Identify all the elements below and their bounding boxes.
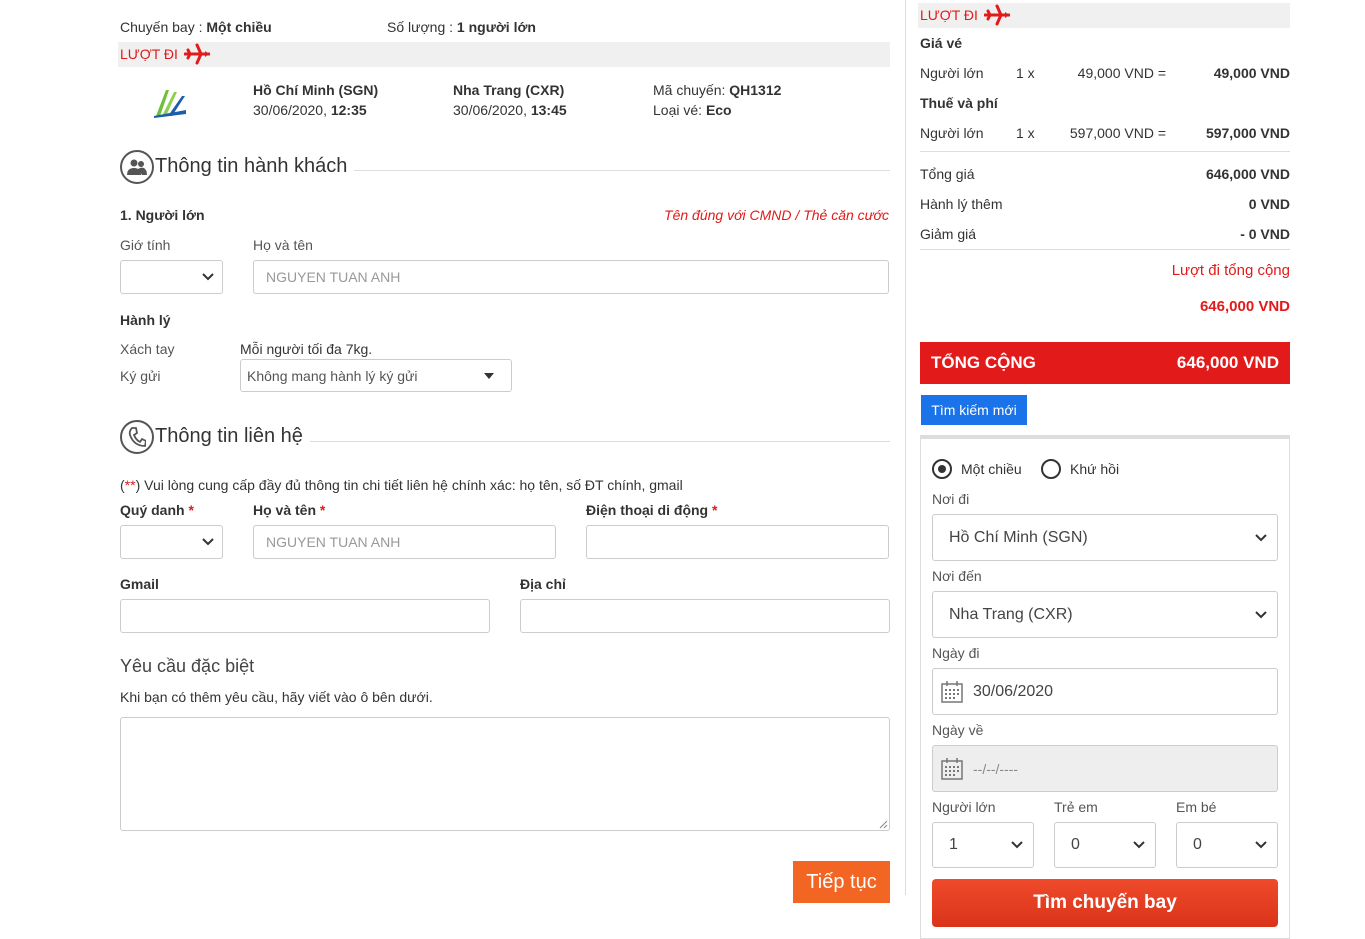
chevron-down-icon bbox=[202, 538, 214, 546]
plane-icon bbox=[184, 43, 210, 65]
special-request-title: Yêu cầu đặc biệt bbox=[120, 656, 255, 676]
passengers-icon bbox=[120, 150, 154, 184]
checked-baggage-select[interactable]: Không mang hành lý ký gửi bbox=[240, 359, 512, 392]
baggage-title: Hành lý bbox=[120, 312, 171, 328]
fare-qty: 1 x bbox=[1016, 65, 1035, 81]
new-search-button[interactable]: Tìm kiếm mới bbox=[921, 395, 1027, 425]
continue-button[interactable]: Tiếp tục bbox=[793, 861, 890, 903]
child-select[interactable]: 0 bbox=[1054, 822, 1156, 868]
plane-icon bbox=[984, 4, 1010, 26]
extra-baggage-label: Hành lý thêm bbox=[920, 196, 1003, 212]
phone-label: Điện thoại di động * bbox=[586, 502, 718, 518]
gmail-input[interactable] bbox=[120, 599, 490, 633]
child-label: Trẻ em bbox=[1054, 799, 1098, 815]
fare-type: Người lớn bbox=[920, 65, 984, 81]
calendar-icon bbox=[941, 757, 963, 780]
chevron-down-icon bbox=[1255, 610, 1267, 618]
gender-label: Giớ tính bbox=[120, 237, 171, 253]
divider bbox=[310, 441, 890, 442]
divider bbox=[920, 249, 1290, 250]
chevron-down-icon bbox=[1133, 841, 1145, 849]
outbound-total-label: Lượt đi tổng cộng bbox=[1171, 262, 1290, 279]
flight-code-info: Mã chuyến: QH1312 Loại vé: Eco bbox=[653, 82, 782, 118]
extra-baggage-value: 0 VND bbox=[1248, 196, 1290, 212]
fare-total: 49,000 VND bbox=[1213, 65, 1290, 81]
chevron-down-icon bbox=[1255, 841, 1267, 849]
outbound-label: LƯỢT ĐI bbox=[920, 7, 978, 23]
special-request-hint: Khi bạn có thêm yêu cầu, hãy viết vào ô … bbox=[120, 689, 433, 705]
tax-total: 597,000 VND bbox=[1205, 125, 1290, 141]
id-note: Tên đúng với CMND / Thẻ căn cước bbox=[664, 207, 889, 223]
oneway-radio[interactable]: Một chiều bbox=[932, 459, 1022, 479]
return-date-input[interactable]: --/--/---- bbox=[932, 745, 1278, 792]
total-price-label: Tổng giá bbox=[920, 166, 975, 182]
adult-label: Người lớn bbox=[932, 799, 996, 815]
discount-label: Giảm giá bbox=[920, 226, 977, 242]
tax-qty: 1 x bbox=[1016, 125, 1035, 141]
outbound-label: LƯỢT ĐI bbox=[120, 46, 178, 62]
tax-title: Thuế và phí bbox=[920, 95, 998, 111]
contact-note: (**) Vui lòng cung cấp đầy đủ thông tin … bbox=[120, 477, 683, 493]
outbound-header: LƯỢT ĐI bbox=[118, 42, 890, 67]
column-divider bbox=[905, 0, 906, 895]
price-outbound-header: LƯỢT ĐI bbox=[918, 3, 1290, 28]
address-label: Địa chỉ bbox=[520, 576, 566, 592]
from-label: Nơi đi bbox=[932, 491, 970, 507]
infant-select[interactable]: 0 bbox=[1176, 822, 1278, 868]
fare-title: Giá vé bbox=[920, 35, 963, 51]
checked-baggage-label: Ký gửi bbox=[120, 368, 161, 384]
fullname-input[interactable]: NGUYEN TUAN ANH bbox=[253, 260, 889, 294]
outbound-total-value: 646,000 VND bbox=[1199, 298, 1290, 315]
chevron-down-icon bbox=[202, 273, 214, 281]
chevron-down-icon bbox=[1255, 533, 1267, 541]
carry-on-value: Mỗi người tối đa 7kg. bbox=[240, 341, 373, 357]
chevron-down-icon bbox=[1011, 841, 1023, 849]
depart-date-input[interactable]: 30/06/2020 bbox=[932, 668, 1278, 715]
contact-name-input[interactable]: NGUYEN TUAN ANH bbox=[253, 525, 556, 559]
address-input[interactable] bbox=[520, 599, 890, 633]
to-label: Nơi đến bbox=[932, 568, 982, 584]
tax-type: Người lớn bbox=[920, 125, 984, 141]
divider bbox=[920, 151, 1290, 152]
passenger-count-summary: Số lượng : 1 người lớn bbox=[387, 19, 536, 35]
flight-origin: Hồ Chí Minh (SGN) 30/06/2020, 12:35 bbox=[253, 82, 379, 118]
resize-handle-icon[interactable] bbox=[878, 819, 888, 829]
fare-unit: 49,000 VND = bbox=[1077, 65, 1166, 81]
contact-section-title: Thông tin liên hệ bbox=[155, 425, 303, 447]
grand-total-label: TỔNG CỘNG bbox=[931, 353, 1036, 372]
return-label: Ngày về bbox=[932, 722, 984, 738]
divider bbox=[354, 170, 890, 171]
caret-down-icon bbox=[484, 373, 494, 379]
phone-icon bbox=[120, 420, 154, 454]
depart-label: Ngày đi bbox=[932, 645, 980, 661]
contact-name-label: Họ và tên * bbox=[253, 502, 326, 518]
title-label: Quý danh * bbox=[120, 502, 194, 518]
airline-logo bbox=[152, 86, 188, 118]
title-select[interactable] bbox=[120, 525, 223, 559]
phone-input[interactable] bbox=[586, 525, 889, 559]
passenger-section-title: Thông tin hành khách bbox=[155, 155, 348, 177]
carry-on-label: Xách tay bbox=[120, 341, 175, 357]
to-select[interactable]: Nha Trang (CXR) bbox=[932, 591, 1278, 638]
roundtrip-radio[interactable]: Khứ hồi bbox=[1041, 459, 1119, 479]
from-select[interactable]: Hồ Chí Minh (SGN) bbox=[932, 514, 1278, 561]
tax-unit: 597,000 VND = bbox=[1069, 125, 1166, 141]
discount-value: - 0 VND bbox=[1240, 226, 1290, 242]
gmail-label: Gmail bbox=[120, 576, 159, 592]
fullname-label: Họ và tên bbox=[253, 237, 313, 253]
search-flights-button[interactable]: Tìm chuyến bay bbox=[932, 879, 1278, 927]
calendar-icon bbox=[941, 680, 963, 703]
passenger-item-title: 1. Người lớn bbox=[120, 207, 205, 223]
grand-total-value: 646,000 VND bbox=[1176, 353, 1279, 372]
trip-type-summary: Chuyến bay : Một chiều bbox=[120, 19, 272, 35]
adult-select[interactable]: 1 bbox=[932, 822, 1034, 868]
infant-label: Em bé bbox=[1176, 799, 1217, 815]
special-request-textarea[interactable] bbox=[120, 717, 890, 831]
flight-destination: Nha Trang (CXR) 30/06/2020, 13:45 bbox=[453, 82, 567, 118]
grand-total-bar: TỔNG CỘNG 646,000 VND bbox=[920, 342, 1290, 384]
total-price-value: 646,000 VND bbox=[1205, 166, 1290, 182]
gender-select[interactable] bbox=[120, 260, 223, 294]
